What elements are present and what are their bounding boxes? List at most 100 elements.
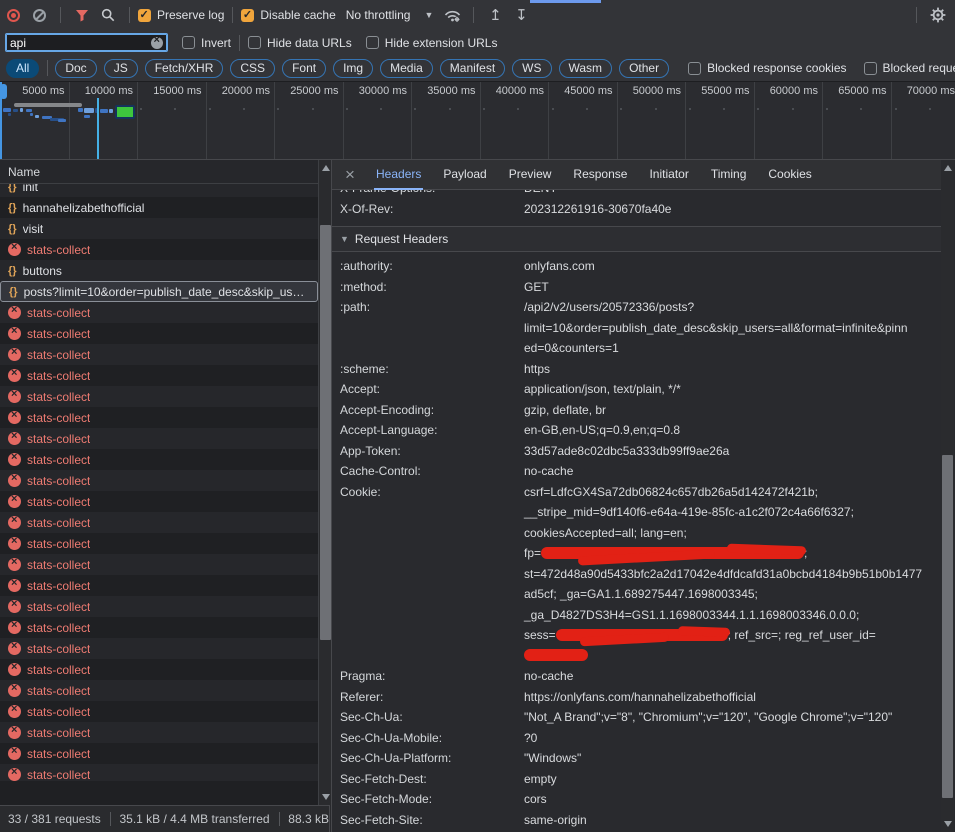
scroll-down-icon[interactable] <box>322 794 330 800</box>
header-key: X-Frame-Options: <box>332 190 524 199</box>
details-scrollbar[interactable] <box>941 160 954 832</box>
filter-toggle-button[interactable] <box>69 3 95 27</box>
request-row[interactable]: stats-collect <box>0 596 318 617</box>
request-row[interactable]: stats-collect <box>0 302 318 323</box>
request-row[interactable]: {}init <box>0 184 318 197</box>
invert-label: Invert <box>201 36 231 50</box>
type-filter-js[interactable]: JS <box>104 59 138 78</box>
type-filter-manifest[interactable]: Manifest <box>440 59 505 78</box>
tab-payload[interactable]: Payload <box>441 160 488 190</box>
type-filter-font[interactable]: Font <box>282 59 326 78</box>
filter-checkbox-blocked-requests[interactable]: Blocked requests <box>864 61 955 75</box>
timeline-cursor-line <box>97 98 99 160</box>
tab-preview[interactable]: Preview <box>507 160 554 190</box>
clear-icon <box>33 9 46 22</box>
scroll-up-icon[interactable] <box>944 165 952 171</box>
scroll-up-icon[interactable] <box>322 165 330 171</box>
request-row[interactable]: stats-collect <box>0 407 318 428</box>
request-list-scrollbar[interactable] <box>318 160 331 805</box>
header-key: Referer: <box>332 687 524 708</box>
request-name: stats-collect <box>27 558 90 572</box>
request-name: stats-collect <box>27 327 90 341</box>
request-row[interactable]: stats-collect <box>0 323 318 344</box>
preserve-log-checkbox[interactable]: Preserve log <box>138 8 224 22</box>
tab-timing[interactable]: Timing <box>709 160 749 190</box>
tab-cookies[interactable]: Cookies <box>766 160 813 190</box>
hide-extension-urls-checkbox[interactable]: Hide extension URLs <box>366 36 498 50</box>
clear-button[interactable] <box>26 3 52 27</box>
import-har-button[interactable]: ↥ <box>482 3 508 27</box>
request-row[interactable]: stats-collect <box>0 449 318 470</box>
timeline-dot <box>517 108 519 110</box>
error-icon <box>8 453 21 466</box>
disable-cache-label: Disable cache <box>260 8 335 22</box>
name-column-header[interactable]: Name <box>0 160 318 184</box>
request-row[interactable]: stats-collect <box>0 365 318 386</box>
tab-response[interactable]: Response <box>571 160 629 190</box>
header-value-line: /api2/v2/users/20572336/posts? <box>524 297 925 318</box>
type-filter-other[interactable]: Other <box>619 59 669 78</box>
error-icon <box>8 474 21 487</box>
request-name: hannahelizabethofficial <box>23 201 145 215</box>
type-filter-img[interactable]: Img <box>333 59 373 78</box>
type-filter-ws[interactable]: WS <box>512 59 551 78</box>
request-row[interactable]: {}buttons <box>0 260 318 281</box>
request-row[interactable]: stats-collect <box>0 680 318 701</box>
record-button[interactable] <box>0 3 26 27</box>
close-details-icon[interactable]: × <box>335 165 365 185</box>
request-row[interactable]: stats-collect <box>0 533 318 554</box>
tab-initiator[interactable]: Initiator <box>647 160 690 190</box>
request-row[interactable]: stats-collect <box>0 491 318 512</box>
hide-data-urls-checkbox[interactable]: Hide data URLs <box>248 36 352 50</box>
request-name: stats-collect <box>27 474 90 488</box>
timeline-dot <box>483 108 485 110</box>
type-filter-wasm[interactable]: Wasm <box>559 59 613 78</box>
throttling-dropdown[interactable]: No throttling ▼ <box>346 8 434 22</box>
invert-checkbox[interactable]: Invert <box>182 36 231 50</box>
request-row[interactable]: {}hannahelizabethofficial <box>0 197 318 218</box>
scrollbar-thumb[interactable] <box>320 225 331 640</box>
scroll-down-icon[interactable] <box>944 821 952 827</box>
request-row[interactable]: stats-collect <box>0 575 318 596</box>
filter-input[interactable]: api <box>5 33 168 52</box>
type-filter-fetch-xhr[interactable]: Fetch/XHR <box>145 59 224 78</box>
export-har-button[interactable]: ↧ <box>508 3 534 27</box>
request-row[interactable]: stats-collect <box>0 512 318 533</box>
request-headers-section-header[interactable]: ▼ Request Headers <box>332 226 941 252</box>
type-filter-all[interactable]: All <box>6 59 39 78</box>
disable-cache-checkbox[interactable]: Disable cache <box>241 8 335 22</box>
filter-checkbox-blocked-response-cookies[interactable]: Blocked response cookies <box>688 61 846 75</box>
network-conditions-button[interactable] <box>439 3 465 27</box>
network-overview-timeline[interactable]: 5000 ms10000 ms15000 ms20000 ms25000 ms3… <box>0 82 955 160</box>
type-filter-media[interactable]: Media <box>380 59 433 78</box>
request-row[interactable]: {}visit <box>0 218 318 239</box>
request-row[interactable]: stats-collect <box>0 239 318 260</box>
request-row[interactable]: stats-collect <box>0 344 318 365</box>
search-button[interactable] <box>95 3 121 27</box>
type-filter-css[interactable]: CSS <box>230 59 275 78</box>
request-row[interactable]: stats-collect <box>0 701 318 722</box>
request-row[interactable]: stats-collect <box>0 386 318 407</box>
scrollbar-thumb[interactable] <box>942 455 953 798</box>
request-row[interactable]: stats-collect <box>0 428 318 449</box>
header-row: Sec-Fetch-Site:same-origin <box>332 810 941 831</box>
request-row[interactable]: stats-collect <box>0 764 318 781</box>
request-row[interactable]: stats-collect <box>0 743 318 764</box>
header-key: Accept-Language: <box>332 420 524 441</box>
request-headers-list: :authority:onlyfans.com:method:GET:path:… <box>332 252 941 832</box>
type-filter-doc[interactable]: Doc <box>55 59 96 78</box>
request-row[interactable]: stats-collect <box>0 554 318 575</box>
settings-button[interactable] <box>925 3 951 27</box>
request-row[interactable]: stats-collect <box>0 638 318 659</box>
tab-headers[interactable]: Headers <box>374 160 423 190</box>
request-row[interactable]: {}posts?limit=10&order=publish_date_desc… <box>0 281 318 302</box>
request-row[interactable]: stats-collect <box>0 659 318 680</box>
status-separator <box>110 812 111 826</box>
header-value: same-origin <box>524 810 941 831</box>
request-row[interactable]: stats-collect <box>0 470 318 491</box>
request-row[interactable]: stats-collect <box>0 617 318 638</box>
clear-filter-icon[interactable] <box>151 37 163 49</box>
error-icon <box>8 600 21 613</box>
request-row[interactable]: stats-collect <box>0 722 318 743</box>
timeline-dot <box>380 108 382 110</box>
